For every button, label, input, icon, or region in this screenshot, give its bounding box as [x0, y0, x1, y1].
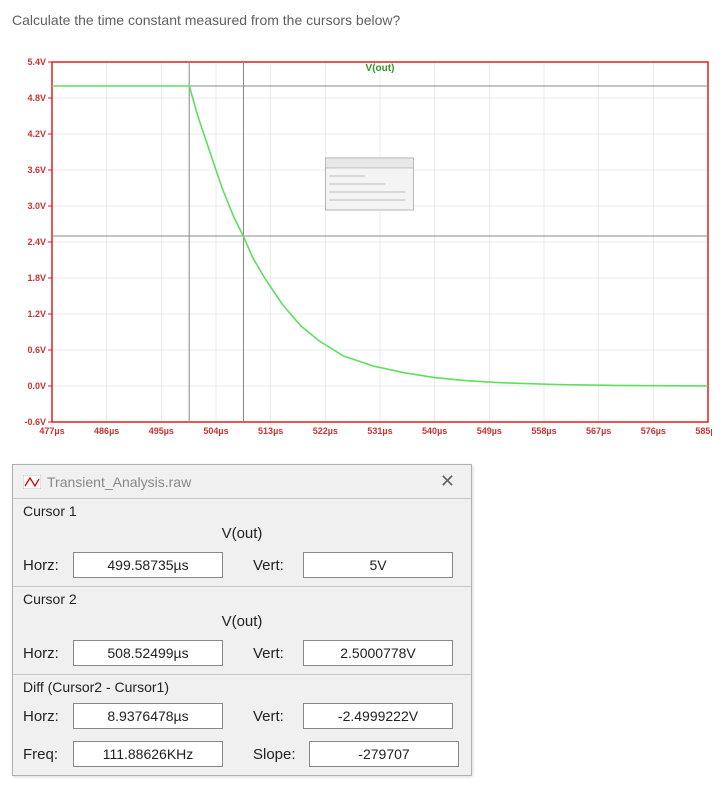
svg-text:504µs: 504µs	[203, 426, 228, 436]
cursor1-vert-label: Vert:	[253, 557, 297, 574]
svg-text:576µs: 576µs	[641, 426, 666, 436]
diff-freq-label: Freq:	[23, 746, 67, 763]
svg-text:0.0V: 0.0V	[27, 381, 46, 391]
cursor-data-panel: Transient_Analysis.raw ✕ Cursor 1 V(out)…	[12, 464, 472, 776]
cursor1-horz-label: Horz:	[23, 557, 67, 574]
svg-text:1.8V: 1.8V	[27, 273, 46, 283]
svg-text:540µs: 540µs	[422, 426, 447, 436]
cursor1-signal: V(out)	[13, 523, 471, 548]
diff-header: Diff (Cursor2 - Cursor1)	[13, 674, 471, 699]
diff-freq-value[interactable]: 111.88626KHz	[73, 741, 223, 767]
cursor2-header: Cursor 2	[13, 586, 471, 611]
close-icon[interactable]: ✕	[434, 471, 461, 492]
cursor1-horz-value[interactable]: 499.58735µs	[73, 552, 223, 578]
svg-text:486µs: 486µs	[94, 426, 119, 436]
panel-titlebar[interactable]: Transient_Analysis.raw ✕	[13, 465, 471, 498]
svg-text:477µs: 477µs	[39, 426, 64, 436]
ltspice-icon	[23, 475, 41, 489]
diff-slope-label: Slope:	[253, 746, 303, 763]
svg-text:513µs: 513µs	[258, 426, 283, 436]
svg-text:549µs: 549µs	[477, 426, 502, 436]
diff-vert-label: Vert:	[253, 708, 297, 725]
diff-vert-value[interactable]: -2.4999222V	[303, 703, 453, 729]
svg-text:5.4V: 5.4V	[27, 58, 46, 67]
diff-horz-value[interactable]: 8.9376478µs	[73, 703, 223, 729]
svg-text:3.0V: 3.0V	[27, 201, 46, 211]
svg-text:585µs: 585µs	[695, 426, 712, 436]
svg-text:4.2V: 4.2V	[27, 129, 46, 139]
panel-title-text: Transient_Analysis.raw	[47, 474, 191, 490]
svg-text:522µs: 522µs	[313, 426, 338, 436]
cursor1-header: Cursor 1	[13, 498, 471, 523]
cursor1-vert-value[interactable]: 5V	[303, 552, 453, 578]
cursor2-horz-label: Horz:	[23, 645, 67, 662]
waveform-plot[interactable]: 5.4V 4.8V 4.2V 3.6V 3.0V 2.4V 1.8V 1.2V 0.6V 0.0V…	[12, 58, 712, 442]
svg-text:2.4V: 2.4V	[27, 237, 46, 247]
diff-horz-label: Horz:	[23, 708, 67, 725]
svg-text:V(out): V(out)	[366, 63, 395, 74]
diff-slope-value[interactable]: -279707	[309, 741, 459, 767]
question-text: Calculate the time constant measured fro…	[12, 12, 710, 28]
svg-text:0.6V: 0.6V	[27, 345, 46, 355]
cursor2-vert-label: Vert:	[253, 645, 297, 662]
cursor2-horz-value[interactable]: 508.52499µs	[73, 640, 223, 666]
cursor2-vert-value[interactable]: 2.5000778V	[303, 640, 453, 666]
svg-text:531µs: 531µs	[367, 426, 392, 436]
svg-text:1.2V: 1.2V	[27, 309, 46, 319]
svg-text:495µs: 495µs	[149, 426, 174, 436]
svg-text:4.8V: 4.8V	[27, 93, 46, 103]
svg-text:558µs: 558µs	[531, 426, 556, 436]
svg-text:3.6V: 3.6V	[27, 165, 46, 175]
svg-text:567µs: 567µs	[586, 426, 611, 436]
cursor2-signal: V(out)	[13, 611, 471, 636]
